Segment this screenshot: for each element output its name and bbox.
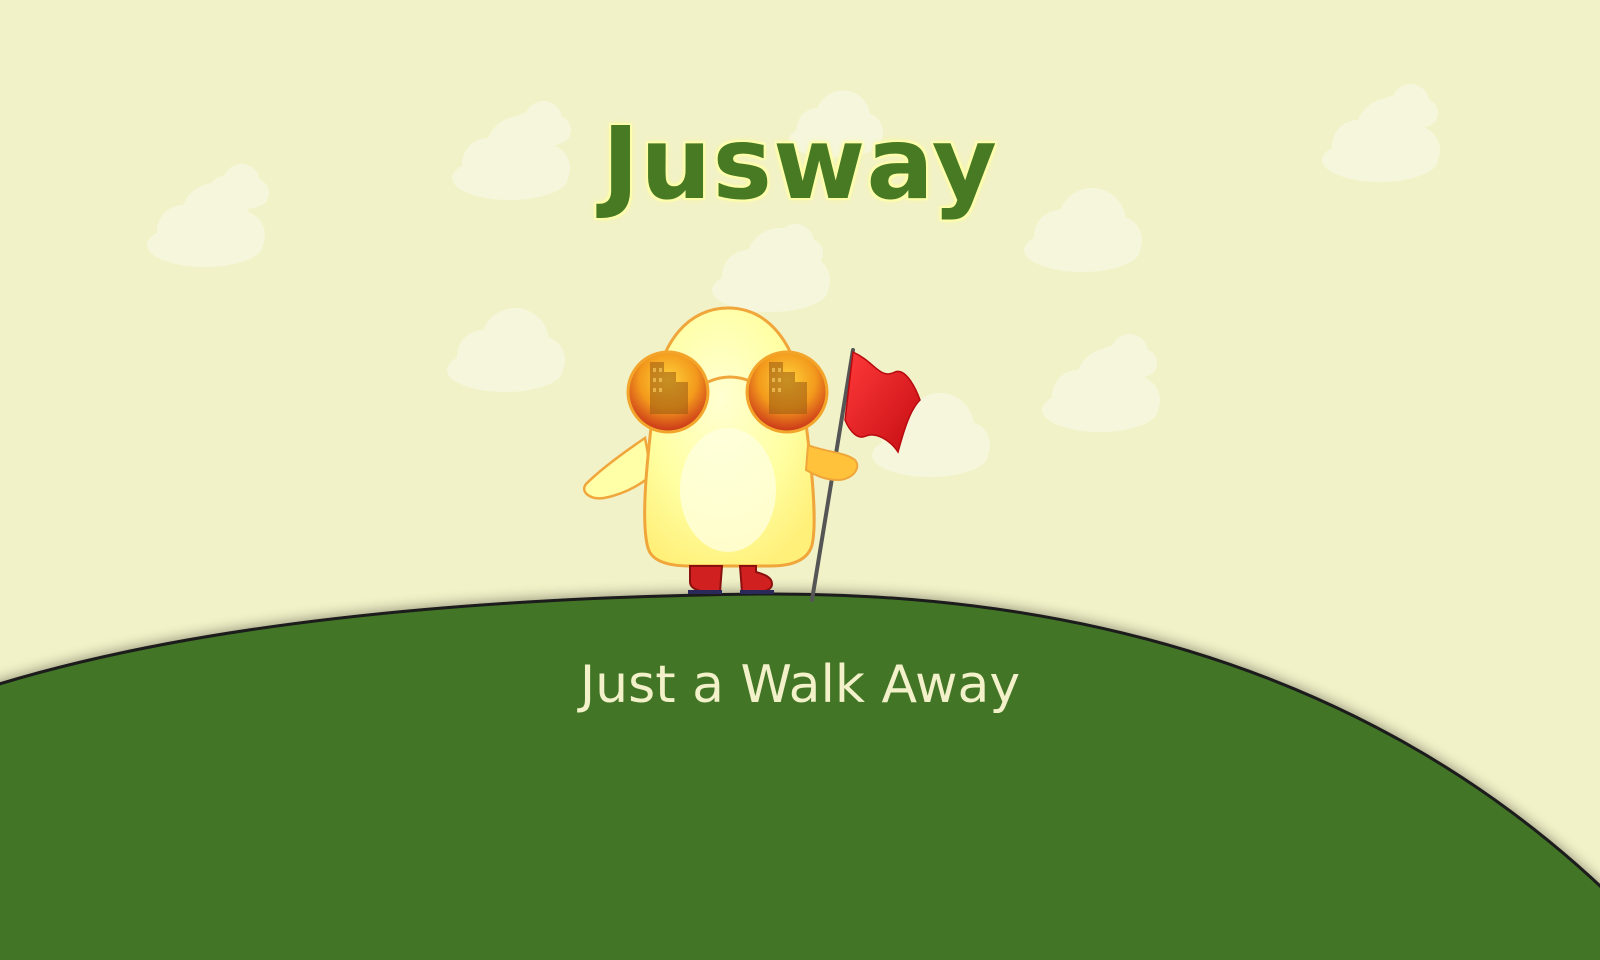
tagline: Just a Walk Away xyxy=(579,655,1021,715)
flag-icon xyxy=(844,350,921,454)
boots xyxy=(688,565,774,594)
app-title: Jusway xyxy=(602,105,998,222)
splash-screen: Jusway Just a Walk Away xyxy=(0,0,1600,960)
